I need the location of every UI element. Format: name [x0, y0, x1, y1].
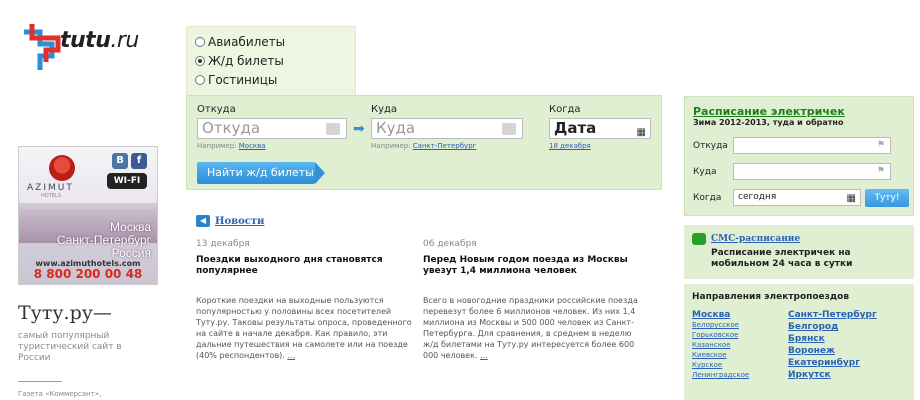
flag-icon: ⚑	[876, 140, 885, 150]
ad-brand: AZIMUT	[27, 183, 74, 193]
date-value: Дата	[554, 119, 597, 137]
ad-social: B f	[112, 153, 147, 169]
megaphone-icon: ◀	[196, 215, 210, 227]
azimut-ad-banner[interactable]: AZIMUT HOTELS B f WI-FI Москва Санкт-Пет…	[18, 146, 158, 285]
news-item: 06 декабря Перед Новым годом поезда из М…	[423, 239, 639, 361]
to-placeholder: Куда	[376, 119, 416, 137]
when-hint-link[interactable]: 18 декабря	[549, 142, 591, 150]
station-picker-icon[interactable]	[502, 123, 516, 135]
date-input[interactable]: Дата ▦	[549, 118, 651, 139]
sidebar-divider	[18, 381, 62, 382]
radio-hotels[interactable]	[195, 75, 205, 85]
schedule-date-input[interactable]: сегодня ▦	[733, 189, 861, 206]
from-label: Откуда	[197, 104, 236, 115]
direction-link[interactable]: Белорусское	[692, 320, 749, 330]
directions-title: Направления электропоездов	[692, 292, 850, 302]
tab-hotels[interactable]: Гостиницы	[195, 73, 277, 87]
news-heading: ◀ Новости	[196, 215, 264, 227]
news-more-link[interactable]: ...	[480, 351, 488, 360]
direction-link[interactable]: Киевское	[692, 350, 749, 360]
schedule-date-value: сегодня	[738, 192, 777, 202]
news-item: 13 декабря Поездки выходного дня становя…	[196, 239, 412, 361]
direction-link[interactable]: Ленинградское	[692, 370, 749, 380]
directions-cities-list: Санкт-Петербург Белгород Брянск Воронеж …	[788, 310, 877, 382]
news-text: Всего в новогодние праздники российские …	[423, 296, 638, 360]
news-more-link[interactable]: ...	[287, 351, 295, 360]
tutu-logo-icon	[24, 24, 61, 70]
sidebar-quote: Газета «Коммерсант»,	[18, 390, 102, 398]
schedule-from-input[interactable]: ⚑	[733, 137, 891, 154]
news-title[interactable]: Поездки выходного дня становятся популяр…	[196, 255, 412, 295]
tab-hotels-label: Гостиницы	[208, 73, 278, 87]
schedule-from-label: Откуда	[693, 141, 728, 151]
news-text: Короткие поездки на выходные пользуются …	[196, 296, 412, 360]
from-hint-link[interactable]: Москва	[239, 142, 266, 150]
direction-link[interactable]: Иркутск	[788, 370, 877, 380]
ad-hotels: HOTELS	[41, 193, 61, 199]
schedule-when-label: Когда	[693, 193, 722, 203]
to-input[interactable]: Куда	[371, 118, 523, 139]
site-logo[interactable]: tutu.ru	[18, 22, 148, 82]
wifi-icon: WI-FI	[107, 173, 147, 189]
tab-avia[interactable]: Авиабилеты	[195, 35, 285, 49]
when-label: Когда	[549, 104, 581, 115]
schedule-to-label: Куда	[693, 167, 717, 177]
direction-link[interactable]: Екатеринбург	[788, 358, 877, 368]
news-date: 06 декабря	[423, 239, 477, 249]
station-picker-icon[interactable]	[326, 123, 340, 135]
vk-icon: B	[112, 153, 128, 169]
direction-link[interactable]: Воронеж	[788, 346, 877, 356]
direction-link[interactable]: Курское	[692, 360, 749, 370]
sms-bubble-icon	[692, 233, 706, 245]
schedule-submit-button[interactable]: Туту!	[865, 189, 909, 207]
flag-icon: ⚑	[876, 166, 885, 176]
from-placeholder: Откуда	[202, 119, 261, 137]
to-hint-link[interactable]: Санкт-Петербург	[413, 142, 477, 150]
logo-text: tutu.ru	[60, 28, 139, 53]
sidebar-title: Туту.ру—	[18, 302, 112, 324]
suburban-schedule-form: Расписание электричек Зима 2012-2013, ту…	[684, 96, 914, 216]
swap-arrow-icon: ➡	[353, 121, 365, 137]
tab-train[interactable]: Ж/д билеты	[195, 54, 284, 68]
news-title[interactable]: Перед Новым годом поезда из Москвы увезу…	[423, 255, 639, 295]
tab-train-label: Ж/д билеты	[208, 54, 284, 68]
ad-cities: Москва Санкт-Петербург Россия	[57, 221, 151, 260]
radio-train[interactable]	[195, 56, 205, 66]
facebook-icon: f	[131, 153, 147, 169]
train-directions: Направления электропоездов Москва Белору…	[684, 284, 914, 400]
to-hint: Например: Санкт-Петербург	[371, 142, 477, 150]
ad-phone: 8 800 200 00 48	[33, 267, 143, 281]
when-hint: 18 декабря	[549, 142, 591, 150]
search-type-tabs: Авиабилеты Ж/д билеты Гостиницы	[186, 26, 356, 96]
azimut-logo-icon	[49, 155, 75, 181]
sms-schedule-promo: СМС-расписание Расписание электричек на …	[684, 225, 914, 279]
news-link[interactable]: Новости	[215, 216, 264, 227]
direction-link[interactable]: Санкт-Петербург	[788, 310, 877, 320]
train-search-form: Откуда Откуда Например: Москва ➡ Куда Ку…	[186, 95, 662, 190]
news-date: 13 декабря	[196, 239, 250, 249]
from-input[interactable]: Откуда	[197, 118, 347, 139]
direction-link[interactable]: Москва	[692, 310, 749, 320]
radio-avia[interactable]	[195, 37, 205, 47]
schedule-to-input[interactable]: ⚑	[733, 163, 891, 180]
direction-link[interactable]: Брянск	[788, 334, 877, 344]
from-hint: Например: Москва	[197, 142, 266, 150]
sidebar-description: самый популярный туристический сайт в Ро…	[18, 331, 122, 363]
find-train-tickets-button[interactable]: Найти ж/д билеты	[197, 162, 325, 184]
schedule-subtitle: Зима 2012-2013, туда и обратно	[693, 118, 844, 127]
calendar-icon[interactable]: ▦	[847, 191, 856, 206]
tab-avia-label: Авиабилеты	[208, 35, 286, 49]
direction-link[interactable]: Горьковское	[692, 330, 749, 340]
direction-link[interactable]: Белгород	[788, 322, 877, 332]
calendar-icon[interactable]: ▦	[637, 123, 646, 142]
sms-schedule-link[interactable]: СМС-расписание	[711, 234, 800, 244]
direction-link[interactable]: Казанское	[692, 340, 749, 350]
schedule-title-link[interactable]: Расписание электричек	[693, 105, 845, 118]
sms-description: Расписание электричек на мобильном 24 ча…	[711, 248, 853, 269]
to-label: Куда	[371, 104, 398, 115]
directions-moscow-list: Москва Белорусское Горьковское Казанское…	[692, 310, 749, 380]
